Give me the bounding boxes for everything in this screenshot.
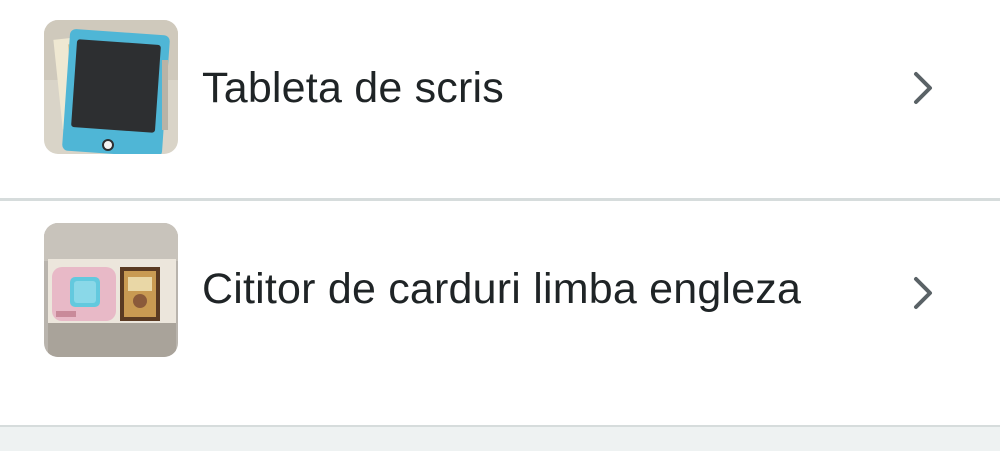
list-item-tableta-de-scris[interactable]: Tableta de scris — [0, 0, 1000, 198]
writing-tablet-thumbnail — [44, 20, 178, 154]
list-item-cititor-de-carduri[interactable]: Cititor de carduri limba engleza — [0, 201, 1000, 425]
chevron-right-icon — [908, 68, 938, 108]
chevron-right-icon — [908, 273, 938, 313]
card-reader-thumbnail — [44, 223, 178, 357]
item-label: Tableta de scris — [202, 64, 504, 112]
card-reader-image — [44, 223, 178, 357]
writing-tablet-image — [44, 20, 178, 154]
product-list: Tableta de scris Cititor de carduri limb… — [0, 0, 1000, 425]
item-label: Cititor de carduri limba engleza — [202, 265, 802, 313]
list-footer-background — [0, 425, 1000, 451]
